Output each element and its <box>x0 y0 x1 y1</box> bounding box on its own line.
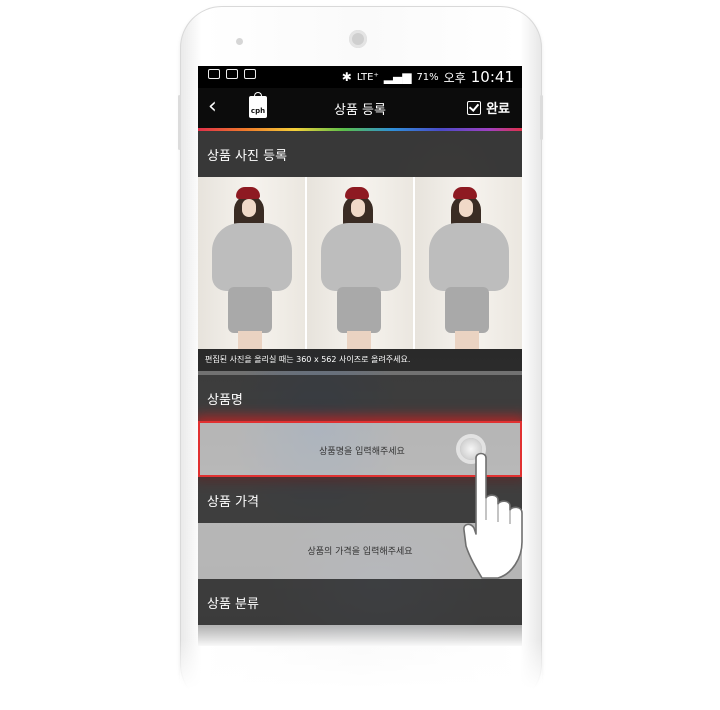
keyboard-icon <box>208 69 220 79</box>
battery-label: 71% <box>416 71 439 83</box>
signal-icon: ▂▄▆ <box>383 70 412 84</box>
product-photo-3[interactable] <box>415 177 522 349</box>
pointing-hand-icon <box>463 452 523 579</box>
phone-bottom-fade <box>180 640 542 710</box>
clock-label: 10:41 <box>470 68 514 86</box>
ampm-label: 오후 <box>443 70 466 85</box>
photo-gallery[interactable] <box>198 177 522 349</box>
speaker-icon <box>349 30 367 48</box>
done-label: 완료 <box>486 102 510 117</box>
camera-icon <box>236 38 243 45</box>
product-photo-2[interactable] <box>306 177 416 349</box>
top-bar: ‹ cph 상품 등록 완료 <box>198 88 522 128</box>
power-button <box>540 95 543 140</box>
product-photo-1[interactable] <box>198 177 307 349</box>
done-button[interactable]: 완료 <box>467 98 510 117</box>
photo-size-note: 편집된 사진을 올리실 때는 360 x 562 사이즈로 올려주세요. <box>198 349 522 371</box>
section-product-category: 상품 분류 <box>198 579 522 625</box>
network-label: LTE⁺ <box>356 71 379 83</box>
mail-icon <box>226 69 238 79</box>
section-product-name: 상품명 <box>198 375 522 421</box>
section-photo-register: 상품 사진 등록 <box>198 131 522 177</box>
volume-button <box>178 95 181 150</box>
status-bar: ✱ LTE⁺ ▂▄▆ 71% 오후 10:41 <box>198 66 522 88</box>
bluetooth-icon: ✱ <box>341 70 352 84</box>
image-icon <box>244 69 256 79</box>
checkbox-icon <box>467 100 482 115</box>
